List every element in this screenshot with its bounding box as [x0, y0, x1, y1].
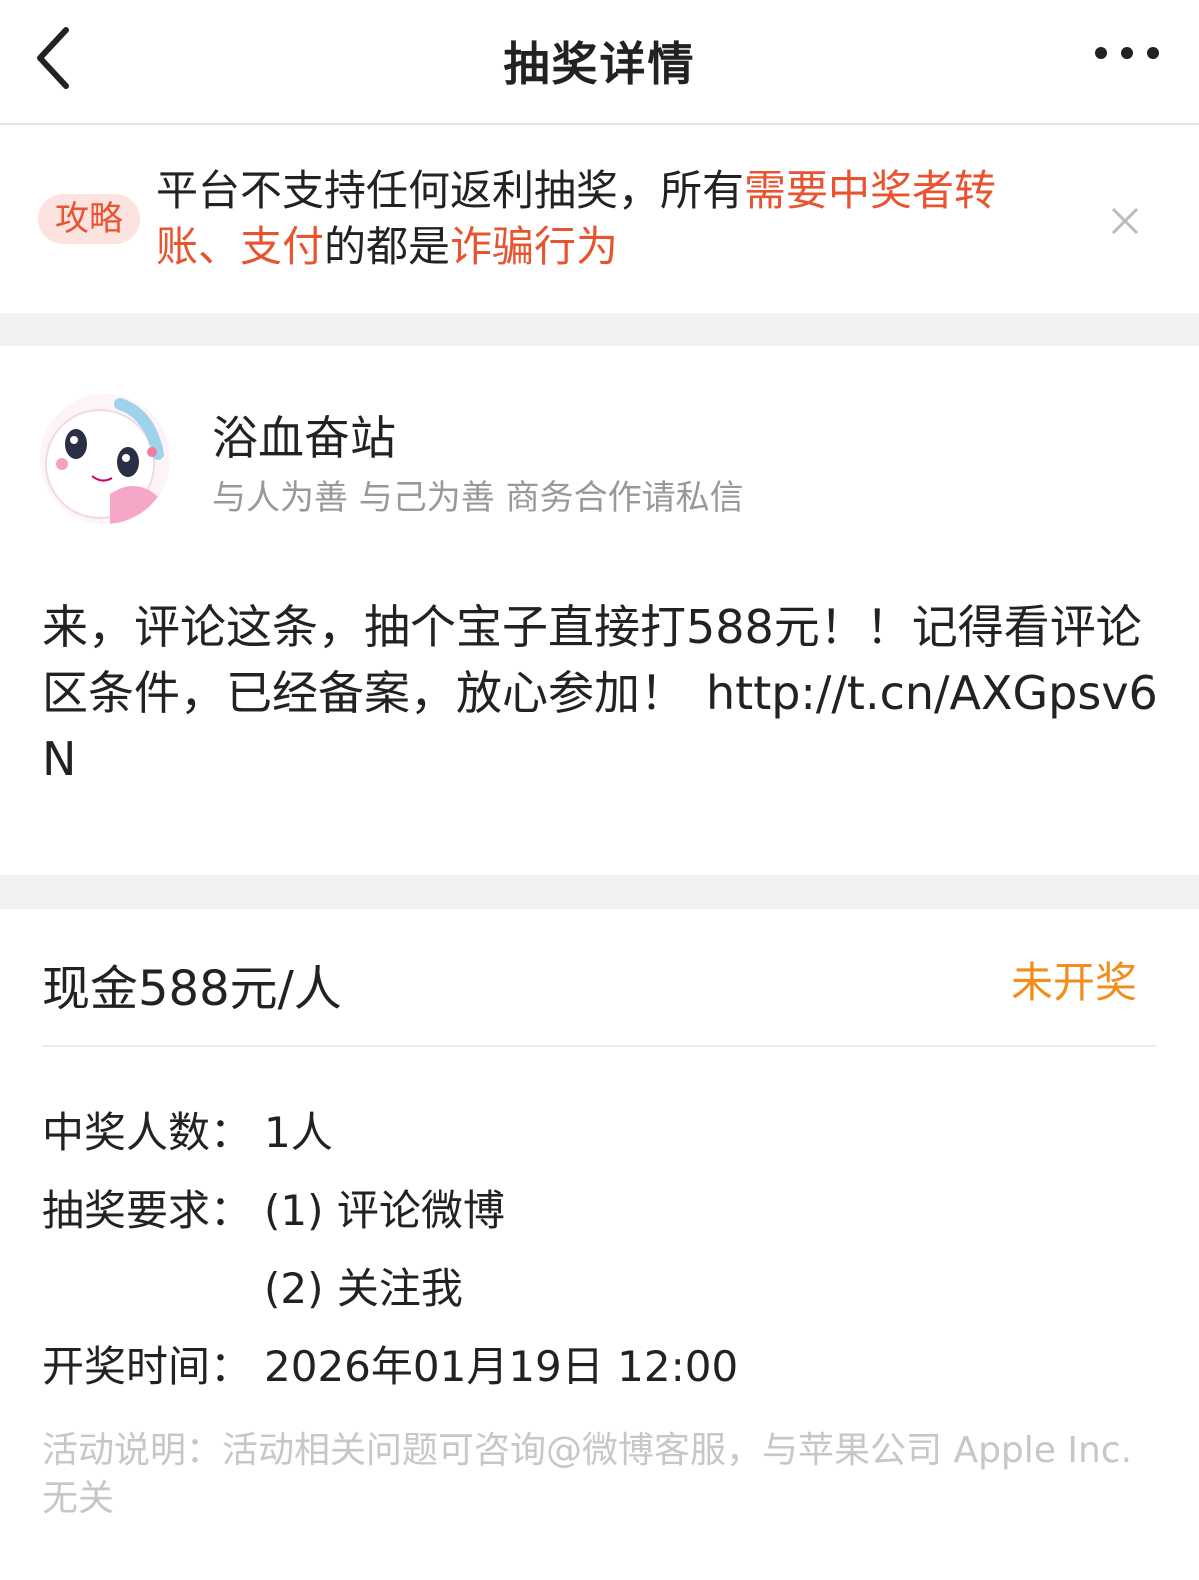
winners-value: 1人	[264, 1108, 333, 1157]
notice-text-part: 的都是	[324, 222, 451, 271]
requirement-row: 抽奖要求： (1) 评论微博	[42, 1177, 505, 1238]
requirement-item: (1) 评论微博	[264, 1186, 505, 1235]
winners-label: 中奖人数：	[42, 1108, 253, 1157]
more-dots-icon	[1121, 47, 1133, 59]
more-dots-icon	[1095, 47, 1107, 59]
lottery-detail: 现金588元/人 未开奖 中奖人数： 1人 抽奖要求： (1) 评论微博 (2) 关…	[0, 909, 1199, 1580]
activity-note: 活动说明：活动相关问题可咨询@微博客服，与苹果公司 Apple Inc. 无关	[42, 1430, 1133, 1519]
tip-badge: 攻略	[38, 194, 140, 244]
avatar-image	[40, 394, 170, 524]
notice-text: 平台不支持任何返利抽奖，所有需要中奖者转账、支付的都是诈骗行为	[156, 163, 1076, 275]
close-notice-button[interactable]	[1109, 205, 1141, 237]
section-divider	[0, 875, 1199, 909]
avatar[interactable]	[40, 394, 170, 524]
author-bio: 与人为善 与己为善 商务合作请私信	[212, 478, 744, 518]
more-options-button[interactable]	[1095, 44, 1165, 70]
requirement-row: (2) 关注我	[264, 1255, 463, 1316]
requirement-item: (2) 关注我	[264, 1264, 463, 1313]
notice-text-part: 平台不支持任何返利抽奖，所有	[156, 166, 745, 215]
close-icon	[1111, 207, 1139, 235]
top-navigation-bar: 抽奖详情	[0, 0, 1199, 125]
anti-fraud-notice: 攻略 平台不支持任何返利抽奖，所有需要中奖者转账、支付的都是诈骗行为	[0, 125, 1199, 313]
post-card: 浴血奋站 与人为善 与己为善 商务合作请私信 来，评论这条，抽个宝子直接打588…	[0, 346, 1199, 875]
requirement-label: 抽奖要求：	[42, 1186, 253, 1235]
status-badge: 未开奖	[1010, 958, 1137, 1007]
prize-title: 现金588元/人	[42, 961, 342, 1017]
winners-row: 中奖人数： 1人	[42, 1099, 333, 1160]
post-content: 来，评论这条，抽个宝子直接打588元！！记得看评论区条件，已经备案，放心参加！ h…	[42, 594, 1162, 792]
draw-time-label: 开奖时间：	[42, 1342, 253, 1391]
author-name[interactable]: 浴血奋站	[212, 402, 396, 468]
draw-time-value: 2026年01月19日 12:00	[264, 1342, 739, 1391]
draw-time-row: 开奖时间： 2026年01月19日 12:00	[42, 1333, 738, 1394]
section-divider	[0, 313, 1199, 346]
divider	[42, 1045, 1156, 1047]
notice-warning-text: 诈骗行为	[450, 222, 619, 271]
more-dots-icon	[1147, 47, 1159, 59]
page-title: 抽奖详情	[503, 37, 696, 91]
